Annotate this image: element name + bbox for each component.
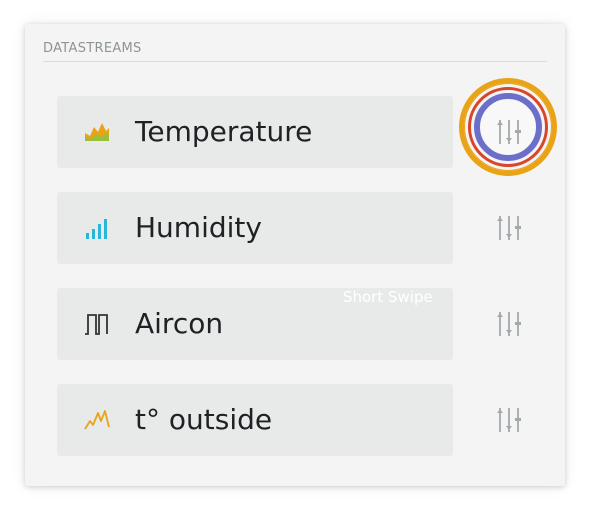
bar-chart-icon [83, 215, 111, 241]
square-wave-icon [83, 311, 111, 337]
section-header: DATASTREAMS [43, 39, 547, 62]
datastream-settings-button[interactable] [489, 112, 529, 152]
datastream-label: Temperature [135, 115, 313, 148]
datastream-row-temperature[interactable]: Temperature [57, 96, 453, 168]
sliders-icon [489, 304, 529, 344]
datastream-settings-button[interactable] [489, 304, 529, 344]
datastream-label: Aircon [135, 307, 224, 340]
area-chart-icon [83, 119, 111, 145]
datastream-settings-button[interactable] [489, 400, 529, 440]
sliders-icon [489, 112, 529, 152]
sliders-icon [489, 400, 529, 440]
datastream-label: Humidity [135, 211, 262, 244]
datastream-row-humidity[interactable]: Humidity [57, 192, 453, 264]
datastream-row-t-outside[interactable]: t° outside [57, 384, 453, 456]
section-title: DATASTREAMS [43, 41, 142, 56]
datastream-label: t° outside [135, 403, 273, 436]
datastreams-panel: DATASTREAMS Temperature Humidity Aircon … [25, 24, 565, 486]
gesture-hint-label: Short Swipe [343, 288, 433, 306]
datastream-settings-button[interactable] [489, 208, 529, 248]
line-chart-icon [83, 407, 111, 433]
sliders-icon [489, 208, 529, 248]
